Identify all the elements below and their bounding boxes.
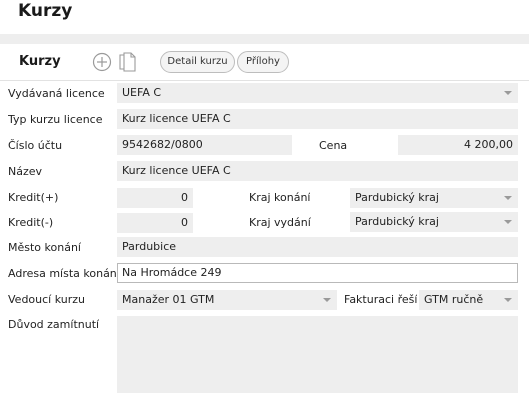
region-issued-label: Kraj vydání: [249, 216, 311, 229]
header-separator: [0, 34, 529, 44]
address-label: Adresa místa konání: [8, 267, 116, 280]
leader-value: Manažer 01 GTM: [122, 293, 215, 306]
license-value: UEFA C: [122, 86, 162, 99]
window-title: Kurzy: [18, 1, 73, 21]
license-select[interactable]: UEFA C: [117, 83, 518, 103]
chevron-down-icon: [504, 298, 512, 302]
copy-icon[interactable]: [117, 51, 137, 77]
invoicing-select[interactable]: GTM ručně: [419, 290, 518, 310]
address-input[interactable]: Na Hromádce 249: [117, 263, 518, 283]
credit-minus-field[interactable]: 0: [117, 213, 193, 233]
chevron-down-icon: [504, 220, 512, 224]
city-label: Město konání: [8, 241, 81, 254]
credit-plus-field[interactable]: 0: [117, 188, 193, 208]
credit-plus-label: Kredit(+): [8, 191, 59, 204]
detail-course-button[interactable]: Detail kurzu: [160, 51, 235, 73]
region-held-value: Pardubický kraj: [355, 191, 439, 204]
chevron-down-icon: [504, 91, 512, 95]
license-label: Vydávaná licence: [8, 87, 105, 100]
section-title: Kurzy: [19, 54, 61, 69]
credit-minus-label: Kredit(-): [8, 216, 54, 229]
price-field[interactable]: 4 200,00: [398, 135, 518, 155]
rejection-textarea[interactable]: [117, 316, 518, 393]
price-label: Cena: [319, 139, 348, 152]
city-field[interactable]: Pardubice: [117, 237, 518, 257]
chevron-down-icon: [504, 196, 512, 200]
plus-circle-icon[interactable]: [92, 52, 112, 76]
course-type-field[interactable]: Kurz licence UEFA C: [117, 109, 518, 129]
name-label: Název: [8, 165, 43, 178]
leader-select[interactable]: Manažer 01 GTM: [117, 290, 337, 310]
region-issued-select[interactable]: Pardubický kraj: [350, 212, 518, 232]
invoicing-label: Fakturaci řeší: [344, 293, 418, 306]
account-label: Číslo účtu: [8, 139, 63, 152]
invoicing-value: GTM ručně: [424, 293, 484, 306]
leader-label: Vedoucí kurzu: [8, 293, 85, 306]
region-issued-value: Pardubický kraj: [355, 215, 439, 228]
name-field[interactable]: Kurz licence UEFA C: [117, 161, 518, 181]
account-field[interactable]: 9542682/0800: [117, 135, 292, 155]
toolbar: Kurzy Detail kurzu Přílohy: [0, 44, 529, 81]
chevron-down-icon: [323, 298, 331, 302]
region-held-label: Kraj konání: [249, 191, 311, 204]
rejection-label: Důvod zamítnutí: [8, 318, 100, 331]
window-titlebar: Kurzy: [0, 0, 529, 34]
attachments-button[interactable]: Přílohy: [237, 51, 289, 73]
region-held-select[interactable]: Pardubický kraj: [350, 188, 518, 208]
course-type-label: Typ kurzu licence: [8, 113, 103, 126]
